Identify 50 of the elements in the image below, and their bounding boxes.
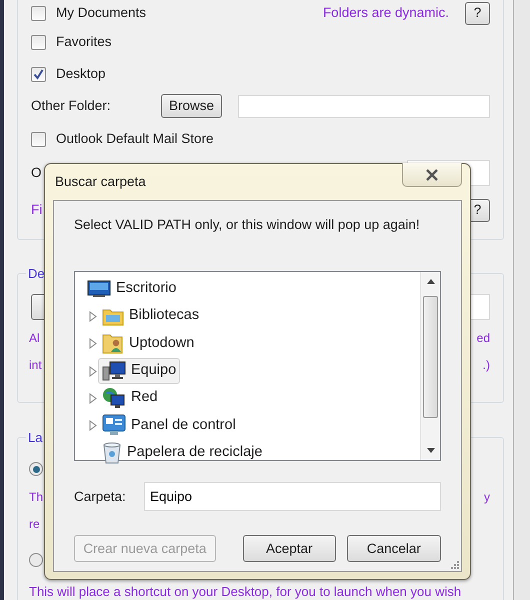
scroll-down-icon[interactable] xyxy=(427,448,435,454)
tree-item[interactable]: Panel de control xyxy=(98,412,240,438)
info-text: Al xyxy=(29,330,40,346)
control-panel-icon xyxy=(102,414,126,436)
monitor-icon xyxy=(87,280,111,298)
description-text: This will place a shortcut on your Desktop, for you to launch when you wish xyxy=(29,584,462,600)
checkbox-label: My Documents xyxy=(56,4,146,22)
close-icon xyxy=(425,168,439,180)
browse-button[interactable]: Browse xyxy=(161,94,222,118)
field-label: Carpeta: xyxy=(74,488,127,506)
info-text: re xyxy=(29,516,40,532)
checkbox[interactable] xyxy=(31,66,46,82)
globe-icon xyxy=(102,387,126,410)
tree-item[interactable]: Bibliotecas xyxy=(98,303,204,330)
info-text: ed xyxy=(476,330,490,346)
close-button[interactable] xyxy=(402,163,462,187)
tree-item[interactable]: Escritorio xyxy=(83,276,180,302)
info-text: y xyxy=(484,488,490,506)
tree-item[interactable]: Equipo xyxy=(98,358,180,384)
checkbox[interactable] xyxy=(31,6,46,20)
checkbox-label: Desktop xyxy=(56,64,106,83)
dialog-title: Buscar carpeta xyxy=(55,172,146,191)
dialog-button[interactable]: Aceptar xyxy=(242,535,336,562)
scrollbar[interactable] xyxy=(420,272,440,460)
info-text: .) xyxy=(482,356,490,374)
folder-tree[interactable]: Escritorio Bibliotecas Uptodown Equipo Red Panel de control Papelera de reciclaje xyxy=(74,271,441,462)
folder-field[interactable]: Equipo xyxy=(144,482,441,512)
folder-field[interactable] xyxy=(238,94,490,118)
checkbox-label: Favorites xyxy=(56,32,112,51)
field-label: O xyxy=(31,164,42,182)
instruction-text: Select VALID PATH only, or this window will pop up again! xyxy=(74,216,421,234)
computer-icon xyxy=(102,360,126,381)
checkbox[interactable] xyxy=(31,132,46,146)
info-text: int xyxy=(29,356,42,374)
tree-item[interactable]: Uptodown xyxy=(98,330,198,356)
resize-grip-icon xyxy=(451,561,459,569)
user-folder-icon xyxy=(102,332,124,354)
help-button[interactable]: ? xyxy=(465,2,490,24)
checkbox[interactable] xyxy=(31,34,46,50)
trash-icon xyxy=(102,442,122,464)
info-text: Fi xyxy=(31,200,42,219)
scroll-up-icon[interactable] xyxy=(427,279,435,284)
checkbox-label: Outlook Default Mail Store xyxy=(56,130,214,148)
info-text: Th xyxy=(29,488,44,506)
dialog-button[interactable]: Cancelar xyxy=(346,535,441,562)
radio-button[interactable] xyxy=(29,462,43,476)
field-label: Other Folder: xyxy=(31,96,112,115)
radio-button[interactable] xyxy=(29,553,43,567)
tree-item[interactable]: Red xyxy=(98,385,162,412)
info-text: Folders are dynamic. xyxy=(322,4,449,22)
